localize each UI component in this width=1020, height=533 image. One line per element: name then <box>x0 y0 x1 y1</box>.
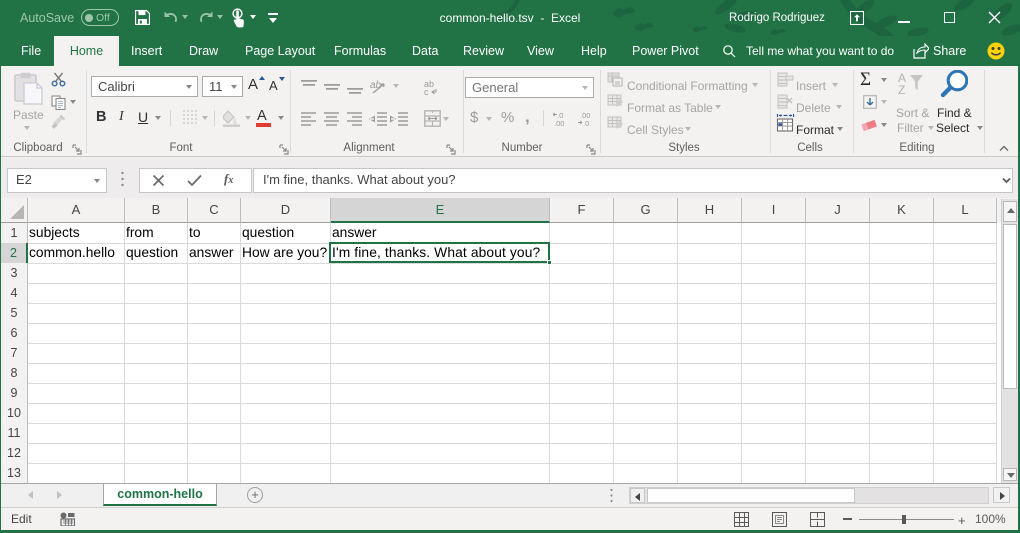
svg-text:Z: Z <box>898 83 905 97</box>
svg-text:.00: .00 <box>554 119 564 127</box>
svg-text:ab: ab <box>370 80 382 91</box>
svg-text:c: c <box>424 87 429 95</box>
svg-text:.0: .0 <box>583 119 589 127</box>
